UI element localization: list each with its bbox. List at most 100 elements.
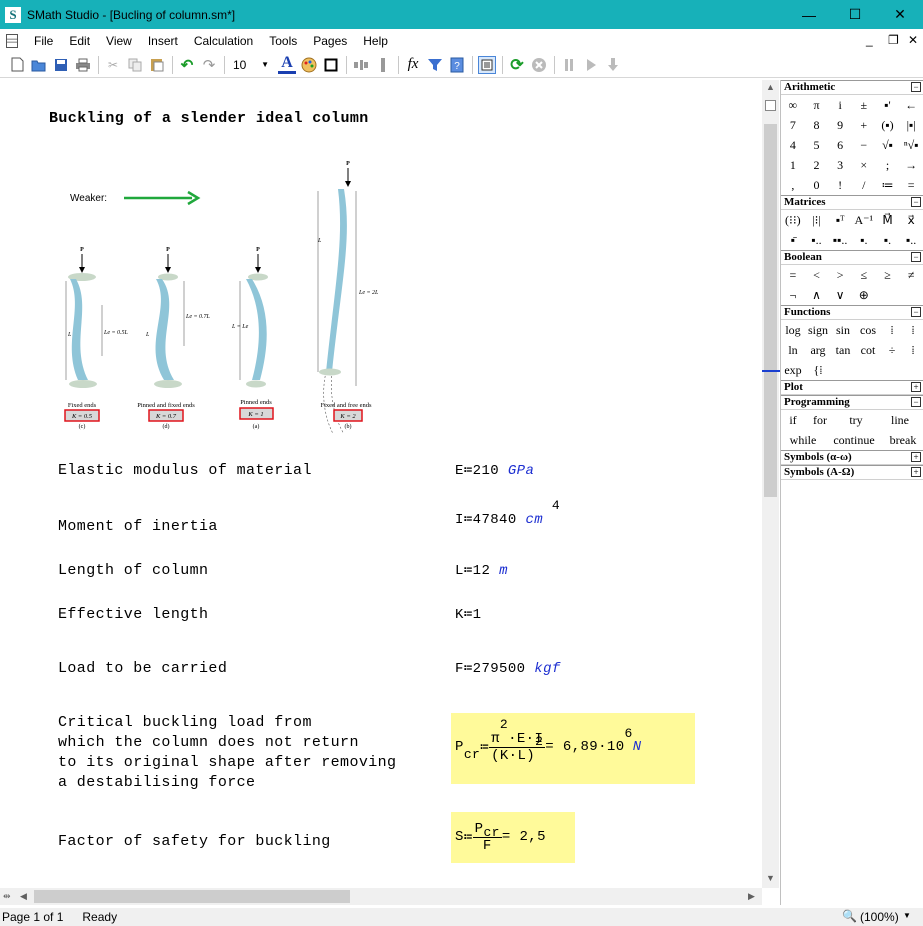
page-view-icon[interactable]	[478, 55, 496, 74]
arithmetic-button[interactable]: ∞	[781, 95, 805, 115]
arithmetic-button[interactable]: +	[852, 115, 876, 135]
matrices-header[interactable]: Matrices −	[781, 195, 923, 210]
matrix-button[interactable]: M⃗	[876, 210, 900, 230]
programming-button[interactable]: break	[883, 430, 923, 450]
vertical-scrollbar[interactable]: ▲ ▼	[762, 80, 779, 888]
arithmetic-button[interactable]: ▪'	[876, 95, 900, 115]
page-split-icon[interactable]: ⇹	[3, 891, 11, 902]
function-button[interactable]: arg	[805, 340, 831, 360]
document-icon[interactable]	[6, 33, 18, 48]
expand-icon[interactable]: +	[911, 382, 921, 392]
expand-icon[interactable]: +	[911, 467, 921, 477]
new-icon[interactable]	[8, 56, 26, 74]
pause-icon[interactable]	[560, 56, 578, 74]
function-icon[interactable]: fx	[404, 56, 422, 74]
effective-length-expression[interactable]: K≔1	[455, 606, 481, 623]
boolean-header[interactable]: Boolean −	[781, 250, 923, 265]
collapse-icon[interactable]: −	[911, 397, 921, 407]
arithmetic-button[interactable]: 9	[828, 115, 852, 135]
menu-help[interactable]: Help	[357, 34, 398, 48]
matrix-button[interactable]: ▪..	[899, 230, 923, 250]
arithmetic-button[interactable]: −	[852, 135, 876, 155]
worksheet[interactable]: Buckling of a slender ideal column Weake…	[0, 80, 762, 888]
arithmetic-button[interactable]: ≔	[876, 175, 900, 195]
boolean-button[interactable]: ∧	[805, 285, 829, 305]
scroll-down-icon[interactable]: ▼	[766, 873, 775, 883]
collapse-icon[interactable]: −	[911, 307, 921, 317]
collapse-icon[interactable]: −	[911, 82, 921, 92]
arithmetic-button[interactable]: !	[828, 175, 852, 195]
filter-icon[interactable]	[426, 56, 444, 74]
save-icon[interactable]	[52, 56, 70, 74]
programming-button[interactable]: for	[805, 410, 835, 430]
paste-icon[interactable]	[148, 56, 166, 74]
arithmetic-button[interactable]: 6	[828, 135, 852, 155]
load-expression[interactable]: F≔279500 kgf	[455, 660, 561, 677]
arithmetic-button[interactable]: /	[852, 175, 876, 195]
matrix-button[interactable]: |⁝|	[805, 210, 829, 230]
open-icon[interactable]	[30, 56, 48, 74]
menu-edit[interactable]: Edit	[63, 34, 100, 48]
matrix-button[interactable]: ▪.	[852, 230, 876, 250]
matrix-button[interactable]: ▪̄	[781, 230, 805, 250]
arithmetic-button[interactable]: |▪|	[899, 115, 923, 135]
function-button[interactable]: sign	[805, 320, 831, 340]
minimize-button[interactable]: —	[786, 0, 832, 29]
boolean-button[interactable]: >	[828, 265, 852, 285]
functions-header[interactable]: Functions −	[781, 305, 923, 320]
function-button[interactable]: ⁞	[903, 340, 923, 360]
splitter-indicator[interactable]	[762, 370, 780, 372]
arithmetic-button[interactable]: 4	[781, 135, 805, 155]
undo-icon[interactable]: ↶	[178, 56, 196, 74]
boolean-button[interactable]: ≤	[852, 265, 876, 285]
function-button[interactable]: sin	[831, 320, 855, 340]
font-size-select[interactable]: 10 ▼	[230, 56, 272, 74]
arithmetic-button[interactable]: 0	[805, 175, 829, 195]
collapse-icon[interactable]: −	[911, 197, 921, 207]
horizontal-scroll-thumb[interactable]	[34, 890, 350, 903]
arithmetic-button[interactable]: =	[899, 175, 923, 195]
vertical-scroll-thumb[interactable]	[764, 124, 777, 497]
arithmetic-button[interactable]: ←	[899, 95, 923, 115]
programming-button[interactable]: continue	[825, 430, 883, 450]
function-button[interactable]: exp	[781, 360, 805, 380]
matrix-button[interactable]: (⁝⁝)	[781, 210, 805, 230]
mdi-minimize-button[interactable]: _	[866, 33, 873, 47]
zoom-level[interactable]: (100%)	[860, 910, 899, 924]
plot-header[interactable]: Plot +	[781, 380, 923, 395]
matrix-button[interactable]: ▪ᵀ	[828, 210, 852, 230]
boolean-button[interactable]: ∨	[828, 285, 852, 305]
length-expression[interactable]: L≔12 m	[455, 562, 508, 579]
arithmetic-button[interactable]: ;	[876, 155, 900, 175]
arithmetic-button[interactable]: 5	[805, 135, 829, 155]
arithmetic-button[interactable]: 7	[781, 115, 805, 135]
arithmetic-button[interactable]: ⁿ√▪	[899, 135, 923, 155]
arithmetic-button[interactable]: (▪)	[876, 115, 900, 135]
scroll-left-icon[interactable]: ◀	[20, 891, 27, 902]
matrix-button[interactable]: ▪.	[876, 230, 900, 250]
function-button[interactable]: tan	[831, 340, 855, 360]
elastic-modulus-expression[interactable]: E≔210 GPa	[455, 462, 534, 479]
arithmetic-button[interactable]: ±	[852, 95, 876, 115]
menu-file[interactable]: File	[28, 34, 63, 48]
split-box[interactable]	[765, 100, 776, 111]
copy-icon[interactable]	[126, 56, 144, 74]
play-icon[interactable]	[582, 56, 600, 74]
arithmetic-button[interactable]: 8	[805, 115, 829, 135]
calculate-icon[interactable]: ⟳	[508, 56, 526, 74]
arithmetic-button[interactable]: ×	[852, 155, 876, 175]
boolean-button[interactable]: =	[781, 265, 805, 285]
font-color-icon[interactable]: A	[278, 54, 296, 74]
palette-icon[interactable]	[300, 56, 318, 74]
arithmetic-button[interactable]: π	[805, 95, 829, 115]
menu-insert[interactable]: Insert	[142, 34, 188, 48]
programming-button[interactable]: while	[781, 430, 825, 450]
boolean-button[interactable]: ⊕	[852, 285, 876, 305]
stop-icon[interactable]	[530, 56, 548, 74]
border-icon[interactable]	[322, 56, 340, 74]
collapse-icon[interactable]: −	[911, 252, 921, 262]
boolean-button[interactable]: ¬	[781, 285, 805, 305]
function-button[interactable]: ⁞	[881, 320, 903, 340]
horizontal-scrollbar[interactable]: ⇹ ◀ ▶	[0, 888, 762, 905]
print-icon[interactable]	[74, 56, 92, 74]
